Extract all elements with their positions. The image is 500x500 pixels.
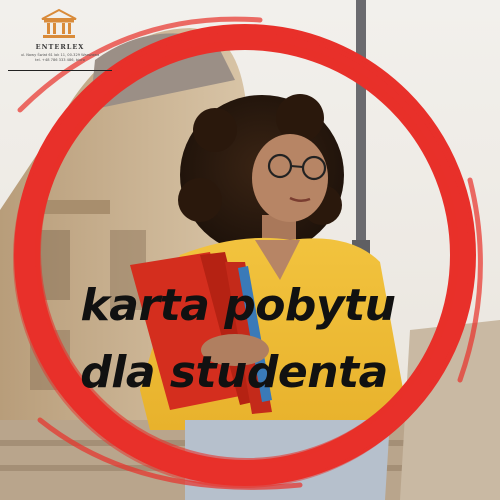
student-photo bbox=[0, 0, 500, 500]
headline-line-2: dla studenta bbox=[80, 347, 388, 398]
company-name: ENTERLEX bbox=[35, 43, 85, 51]
company-address: ul. Nowy Świat 61 lok 11, 00-329 Warszaw… bbox=[20, 53, 100, 57]
building-columns-icon bbox=[41, 8, 77, 38]
company-logo: ENTERLEX ul. Nowy Świat 61 lok 11, 00-32… bbox=[0, 0, 120, 74]
logo-divider bbox=[8, 70, 112, 71]
poster: ENTERLEX ul. Nowy Świat 61 lok 11, 00-32… bbox=[0, 0, 500, 500]
company-contact: tel. +48 786 333 486, biuro bbox=[35, 58, 85, 62]
headline-line-1: karta pobytu bbox=[80, 280, 396, 331]
